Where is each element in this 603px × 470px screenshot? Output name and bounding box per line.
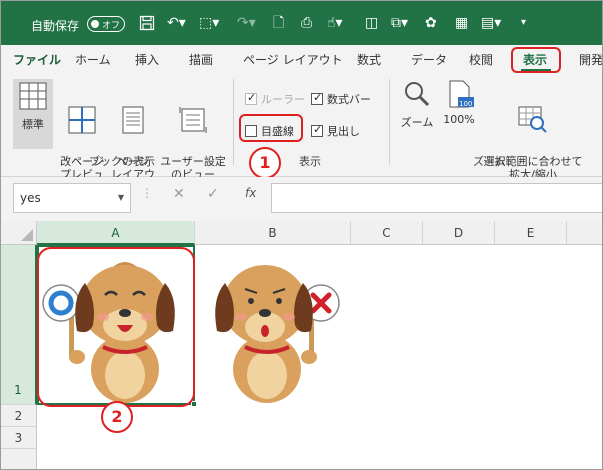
tab-draw[interactable]: 描画 [189, 51, 213, 68]
column-header-d[interactable]: D [423, 221, 495, 245]
fill-handle[interactable] [191, 401, 197, 407]
formula-bar: yes ▼ ⋮ ✕ ✓ fx [1, 177, 602, 221]
tab-developer[interactable]: 開発 [579, 51, 602, 68]
group-separator [233, 79, 234, 165]
formula-bar-label: 数式バー [327, 93, 371, 106]
page-break-icon [57, 92, 107, 138]
zoom-100-label: 100% [443, 113, 475, 126]
toggle-knob [91, 20, 99, 28]
row-header-1[interactable]: 1 [1, 245, 37, 405]
tab-data[interactable]: データ [411, 51, 447, 68]
gridlines-highlight [239, 114, 303, 142]
normal-view-button[interactable]: 標準 [13, 79, 53, 149]
borders-icon[interactable]: ⬚▾ [199, 15, 219, 31]
headings-checkbox[interactable]: 見出し [311, 123, 360, 139]
row-header-2[interactable]: 2 [1, 405, 37, 427]
autosave-toggle[interactable]: オフ [87, 16, 125, 32]
enter-icon[interactable]: ✓ [207, 186, 219, 202]
print-preview-icon[interactable]: 🗋 [273, 15, 284, 31]
custom-views-button[interactable]: ユーザー設定 のビュー [157, 79, 229, 181]
row-header-3[interactable]: 3 [1, 427, 37, 449]
dog-cross-picture[interactable] [201, 247, 349, 403]
zoom-100-icon: 100 [444, 79, 474, 109]
undo-icon[interactable]: ↶▾ [167, 15, 186, 31]
save-icon[interactable] [139, 15, 155, 35]
page-layout-icon [107, 92, 159, 138]
column-header-e[interactable]: E [495, 221, 567, 245]
camera-icon[interactable]: ◫ [365, 15, 378, 31]
column-header-c[interactable]: C [351, 221, 423, 245]
custom-views-icon [157, 92, 229, 138]
form-icon[interactable]: ▤▾ [481, 15, 501, 31]
insert-function-icon[interactable]: fx [245, 186, 256, 200]
step-badge-1: 1 [249, 147, 281, 179]
title-bar: 自動保存 オフ ↶▾ ⬚▾ ↷▾ 🗋 ⎙ ☝▾ ◫ ⧉▾ ✿ ▦ ▤▾ ▾ [1, 1, 602, 45]
formula-bar-checkbox[interactable]: 数式バー [311, 91, 371, 107]
palette-icon[interactable]: ✿ [425, 15, 437, 31]
zoom-to-selection-icon [479, 92, 587, 138]
workbook-views-group-label: ブックの表示 [89, 155, 155, 168]
more-options-icon: ⋮ [141, 186, 153, 200]
normal-view-icon [13, 81, 53, 114]
magnifier-icon [397, 79, 437, 112]
redo-icon[interactable]: ↷▾ [237, 15, 256, 31]
tab-file[interactable]: ファイル [13, 51, 61, 68]
active-tab-underline [521, 69, 551, 71]
tab-formulas[interactable]: 数式 [357, 51, 381, 68]
excel-window: 自動保存 オフ ↶▾ ⬚▾ ↷▾ 🗋 ⎙ ☝▾ ◫ ⧉▾ ✿ ▦ ▤▾ ▾ ファ… [0, 0, 603, 470]
zoom-label: ズーム [400, 116, 434, 129]
tab-review[interactable]: 校閲 [469, 51, 493, 68]
column-header-partial[interactable] [567, 221, 602, 245]
ruler-check [245, 91, 257, 105]
cancel-icon[interactable]: ✕ [173, 186, 185, 202]
name-box[interactable]: yes ▼ [13, 183, 131, 213]
screenshot-icon[interactable]: ⧉▾ [391, 15, 408, 31]
headings-check [311, 123, 323, 137]
picture-highlight [37, 247, 195, 407]
group-separator [389, 79, 390, 165]
select-all-button[interactable] [1, 221, 37, 245]
zoom-100-icon-text: 100 [459, 100, 473, 108]
headings-label: 見出し [327, 125, 360, 138]
name-box-value: yes [20, 191, 41, 205]
row-header-4[interactable] [1, 449, 37, 469]
touch-mode-icon[interactable]: ☝▾ [327, 15, 343, 31]
column-header-a[interactable]: A [37, 221, 195, 245]
autosave-state: オフ [102, 21, 121, 31]
zoom-button[interactable]: ズーム [397, 79, 437, 129]
show-group-label: 表示 [299, 155, 321, 168]
ruler-checkbox[interactable]: ルーラー [245, 91, 305, 107]
autosave-label: 自動保存 [31, 19, 80, 33]
chevron-down-icon[interactable]: ▼ [118, 193, 124, 202]
step-badge-2: 2 [101, 401, 133, 433]
zoom-group-label: ズーム [473, 155, 506, 168]
table-icon[interactable]: ▦ [455, 15, 468, 31]
ribbon-tabs: ファイル ホーム 挿入 描画 ページ レイアウト 数式 データ 校閲 表示 開発 [1, 45, 602, 73]
worksheet-grid: A B C D E 1 2 3 2 [1, 221, 602, 469]
tab-insert[interactable]: 挿入 [135, 51, 159, 68]
normal-view-label: 標準 [22, 118, 44, 131]
formula-bar-check [311, 91, 323, 105]
customize-qat-icon[interactable]: ▾ [521, 15, 526, 31]
ruler-label: ルーラー [261, 93, 305, 106]
tab-page-layout[interactable]: ページ レイアウト [243, 51, 343, 68]
print-icon[interactable]: ⎙ [301, 15, 312, 31]
tab-home[interactable]: ホーム [75, 51, 111, 68]
formula-input[interactable] [271, 183, 602, 213]
column-header-b[interactable]: B [195, 221, 351, 245]
zoom-100-button[interactable]: 100 100% [439, 79, 479, 126]
ribbon: 標準 改ページ プレビュー ページ レイアウト ユーザー設定 のビュー ブックの… [1, 73, 602, 194]
